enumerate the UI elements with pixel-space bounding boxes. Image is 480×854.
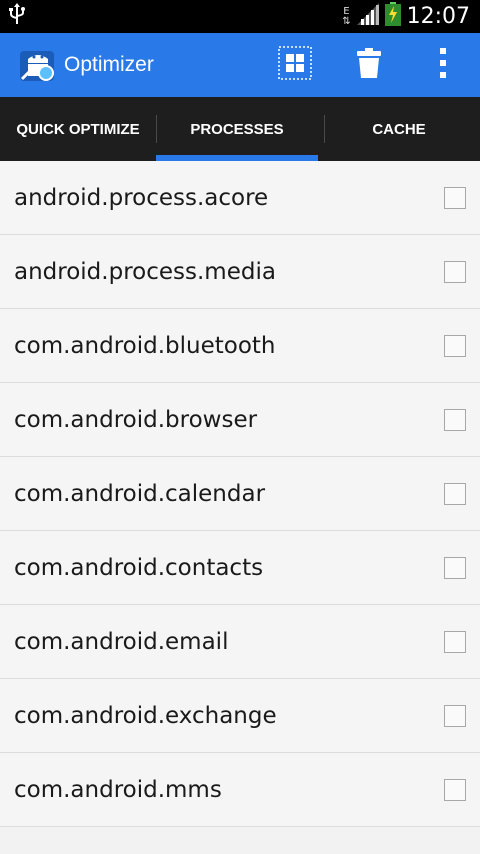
- process-name: com.android.contacts: [14, 554, 264, 581]
- tab-label: CACHE: [372, 120, 426, 138]
- list-item[interactable]: com.android.exchange: [0, 679, 480, 753]
- process-checkbox[interactable]: [444, 334, 466, 357]
- process-checkbox[interactable]: [444, 408, 466, 431]
- tab-quick-optimize[interactable]: QUICK OPTIMIZE: [0, 97, 156, 161]
- process-name: android.process.acore: [14, 184, 269, 211]
- clear-button[interactable]: [332, 33, 406, 97]
- process-checkbox[interactable]: [444, 482, 466, 505]
- tab-processes[interactable]: PROCESSES: [156, 97, 318, 161]
- list-item[interactable]: com.android.calendar: [0, 457, 480, 531]
- tab-label: PROCESSES: [190, 120, 284, 138]
- tab-label: QUICK OPTIMIZE: [16, 120, 140, 138]
- list-item[interactable]: com.android.email: [0, 605, 480, 679]
- trash-icon: [357, 47, 381, 83]
- process-checkbox[interactable]: [444, 556, 466, 579]
- data-direction-glyph: ⇅: [342, 15, 351, 27]
- widget-button[interactable]: [258, 33, 332, 97]
- process-checkbox[interactable]: [444, 186, 466, 209]
- tab-divider: [156, 115, 157, 143]
- process-name: android.process.media: [14, 258, 276, 285]
- widget-grid-icon: [278, 45, 312, 85]
- status-right: E ⇅ 12:07: [342, 2, 470, 31]
- battery-charging-icon: [384, 2, 401, 31]
- list-item[interactable]: com.android.bluetooth: [0, 309, 480, 383]
- overflow-menu-icon: [439, 47, 447, 83]
- data-arrows-icon: E ⇅: [342, 5, 351, 27]
- list-item[interactable]: android.process.media: [0, 235, 480, 309]
- process-name: com.android.email: [14, 628, 229, 655]
- process-checkbox[interactable]: [444, 630, 466, 653]
- process-name: com.android.calendar: [14, 480, 266, 507]
- status-bar: E ⇅ 12:07: [0, 0, 480, 33]
- tab-bar: QUICK OPTIMIZE PROCESSES CACHE: [0, 97, 480, 161]
- process-name: com.android.bluetooth: [14, 332, 276, 359]
- list-item[interactable]: com.android.contacts: [0, 531, 480, 605]
- tab-cache[interactable]: CACHE: [318, 97, 480, 161]
- action-bar: Optimizer: [0, 33, 480, 97]
- list-item[interactable]: com.android.browser: [0, 383, 480, 457]
- process-name: com.android.exchange: [14, 702, 277, 729]
- app-logo-icon[interactable]: [18, 45, 58, 85]
- signal-icon: [356, 3, 379, 30]
- process-list: android.process.acore android.process.me…: [0, 161, 480, 827]
- process-name: com.android.mms: [14, 776, 222, 803]
- status-left: [8, 2, 26, 31]
- process-checkbox[interactable]: [444, 260, 466, 283]
- process-checkbox[interactable]: [444, 704, 466, 727]
- list-item[interactable]: com.android.mms: [0, 753, 480, 827]
- overflow-menu-button[interactable]: [406, 33, 480, 97]
- clock: 12:07: [406, 4, 470, 29]
- process-checkbox[interactable]: [444, 778, 466, 801]
- process-name: com.android.browser: [14, 406, 258, 433]
- action-bar-actions: [258, 33, 480, 97]
- network-type: E: [343, 5, 350, 17]
- app-title: Optimizer: [64, 53, 154, 76]
- tab-divider: [324, 115, 325, 143]
- usb-icon: [8, 2, 26, 31]
- list-item[interactable]: android.process.acore: [0, 161, 480, 235]
